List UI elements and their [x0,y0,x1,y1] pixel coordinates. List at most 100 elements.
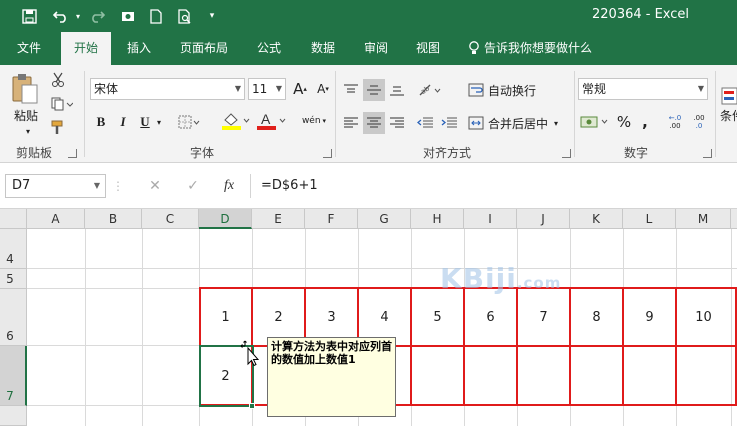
increase-decimal-icon[interactable]: ←.0.00 [664,111,686,133]
cell-j6[interactable]: 7 [517,289,570,347]
percent-style-button[interactable]: % [614,111,634,133]
row-header-8[interactable] [0,406,27,426]
cell-k6[interactable]: 8 [570,289,623,347]
redo-icon[interactable] [86,6,108,26]
column-header-m[interactable]: M [676,209,731,229]
cut-icon[interactable] [48,71,68,89]
font-size-select[interactable]: 11 ▼ [248,78,286,100]
cell-l6[interactable]: 9 [623,289,676,347]
touch-mode-icon[interactable] [117,6,139,26]
shrink-font-icon[interactable]: A ▾ [313,78,333,100]
font-name-select[interactable]: 宋体 ▼ [90,78,245,100]
conditional-format-button[interactable]: 条件 [720,107,737,123]
paste-icon[interactable] [10,71,40,107]
number-launcher-icon[interactable] [703,149,712,158]
formula-bar: D7 ▼ ⋮ ✕ ✓ fx =D$6+1 [0,163,737,209]
column-header-g[interactable]: G [358,209,411,229]
alignment-launcher-icon[interactable] [562,149,571,158]
comment-text: 计算方法为表中对应列首的数值加上数值1 [271,340,392,366]
column-header-h[interactable]: H [411,209,464,229]
fill-handle[interactable] [249,403,255,409]
column-header-c[interactable]: C [142,209,199,229]
font-name-value: 宋体 [94,82,119,96]
cell-d6[interactable]: 1 [199,289,252,347]
row-header-6[interactable]: 6 [0,289,27,346]
column-header-e[interactable]: E [252,209,305,229]
merge-center-button[interactable]: 合并后居中 ▾ [468,112,572,134]
tab-review[interactable]: 审阅 [354,32,398,65]
column-header-a[interactable]: A [27,209,85,229]
tab-insert[interactable]: 插入 [116,32,162,65]
new-document-icon[interactable] [146,6,166,26]
undo-icon[interactable] [48,6,74,26]
tab-page-layout[interactable]: 页面布局 [172,32,236,65]
print-preview-icon[interactable] [175,6,195,26]
tell-me-box[interactable]: 告诉我你想要做什么 [468,32,592,65]
align-center-icon[interactable] [363,112,385,134]
middle-align-icon[interactable] [363,79,385,101]
borders-icon[interactable] [176,111,202,133]
select-all-corner[interactable] [0,209,27,229]
customize-quick-access-icon[interactable]: ▾ [205,6,219,26]
font-color-icon[interactable]: A [254,109,288,133]
format-painter-icon[interactable] [48,119,68,137]
tab-formulas[interactable]: 公式 [247,32,291,65]
italic-button[interactable]: I [114,111,132,133]
fill-color-icon[interactable] [220,109,252,133]
paste-button[interactable]: 粘贴 [8,107,44,123]
cancel-formula-icon[interactable]: ✕ [142,174,168,198]
phonetic-guide-icon[interactable]: wén ▾ [298,109,330,133]
enter-formula-icon[interactable]: ✓ [180,174,206,198]
paste-dropdown-icon[interactable]: ▾ [21,125,35,137]
top-align-icon[interactable] [340,79,362,101]
decrease-decimal-icon[interactable]: .00.0 [688,111,710,133]
insert-function-icon[interactable]: fx [216,174,242,198]
column-header-k[interactable]: K [570,209,623,229]
font-launcher-icon[interactable] [323,149,332,158]
number-format-select[interactable]: 常规 ▼ [578,78,708,100]
decrease-indent-icon[interactable] [414,112,436,134]
save-icon[interactable] [18,6,40,26]
row-header-7[interactable]: 7 [0,346,27,406]
wrap-text-icon [468,83,484,97]
row-header-5[interactable]: 5 [0,269,27,289]
tab-home[interactable]: 开始 [61,32,111,65]
cell-h6[interactable]: 5 [411,289,464,347]
row-header-4[interactable]: 4 [0,229,27,269]
tab-data[interactable]: 数据 [301,32,345,65]
bold-button[interactable]: B [92,111,110,133]
column-header-f[interactable]: F [305,209,358,229]
clipboard-launcher-icon[interactable] [68,149,77,158]
tab-view[interactable]: 视图 [406,32,450,65]
align-left-icon[interactable] [340,112,362,134]
merge-dropdown-icon[interactable]: ▾ [554,119,558,128]
tab-file[interactable]: 文件 [6,32,52,65]
name-box[interactable]: D7 ▼ [5,174,106,198]
grid-line [85,229,86,426]
column-header-j[interactable]: J [517,209,570,229]
cell-m6[interactable]: 10 [676,289,731,347]
formula-input[interactable]: =D$6+1 [250,174,737,198]
number-group-label: 数字 [624,146,649,160]
accounting-format-icon[interactable] [578,111,612,133]
column-header-d[interactable]: D [199,209,252,229]
column-header-i[interactable]: I [464,209,517,229]
column-header-b[interactable]: B [85,209,142,229]
column-header-l[interactable]: L [623,209,676,229]
increase-indent-icon[interactable] [438,112,460,134]
underline-dropdown-icon[interactable]: ▾ [154,111,164,133]
bottom-align-icon[interactable] [386,79,408,101]
ribbon-home: 粘贴 ▾ 剪贴板 宋体 ▼ 11 ▼ A ▴ A ▾ B I U ▾ A wén ▾ 字体… [0,65,737,163]
conditional-format-icon[interactable] [720,85,737,107]
font-group-label: 字体 [190,146,215,160]
orientation-icon[interactable]: ab [416,79,444,101]
copy-icon[interactable] [48,95,76,113]
underline-button[interactable]: U [136,111,154,133]
align-right-icon[interactable] [386,112,408,134]
comma-style-button[interactable]: , [637,111,653,133]
undo-dropdown-icon[interactable]: ▾ [73,6,83,26]
cell-i6[interactable]: 6 [464,289,517,347]
wrap-text-button[interactable]: 自动换行 [468,79,568,101]
column-header-partial[interactable] [731,209,737,229]
grow-font-icon[interactable]: A ▴ [290,78,310,100]
